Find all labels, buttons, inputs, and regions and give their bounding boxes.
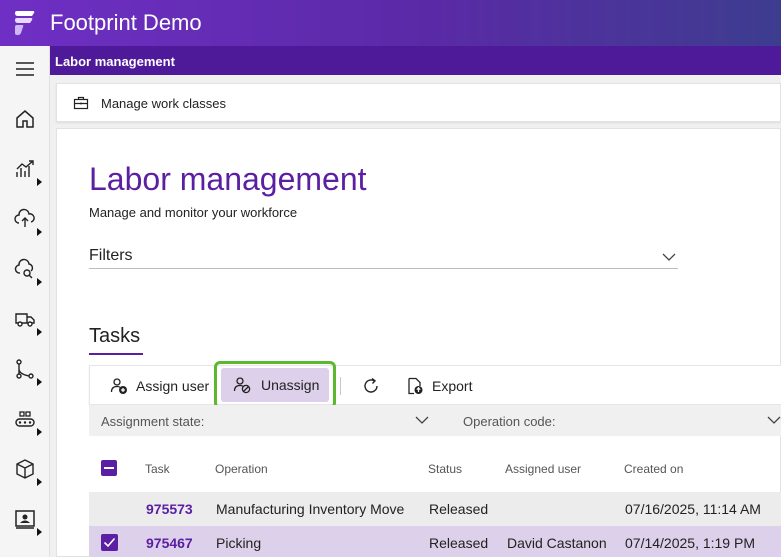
assign-user-button[interactable]: Assign user	[110, 366, 209, 406]
unassign-button[interactable]: Unassign	[221, 368, 329, 402]
operation-code-filter[interactable]: Operation code:	[463, 414, 556, 429]
nav-shipping-caret	[37, 328, 42, 336]
box-icon	[16, 459, 34, 479]
home-icon	[16, 110, 34, 128]
nav-home[interactable]	[0, 99, 50, 139]
tasks-tab-underline	[89, 353, 143, 355]
nav-users-caret	[37, 528, 42, 536]
chevron-down-icon[interactable]	[767, 413, 781, 427]
export-button[interactable]: Export	[406, 366, 472, 406]
nav-flow[interactable]	[0, 349, 50, 389]
nav-inventory[interactable]	[0, 449, 50, 489]
nav-conveyor-caret	[37, 428, 42, 436]
status-cell: Released	[429, 535, 489, 551]
operation-cell: Picking	[216, 535, 262, 551]
nav-analytics-caret	[37, 178, 42, 186]
filters-label: Filters	[89, 247, 133, 264]
nav-upload-caret	[37, 228, 42, 236]
header-status[interactable]: Status	[428, 462, 462, 476]
table-row[interactable]: 975573 Manufacturing Inventory Move Rele…	[89, 492, 781, 526]
cloud-search-icon	[14, 258, 34, 279]
page-title: Labor management	[89, 161, 367, 197]
refresh-button[interactable]	[362, 366, 388, 406]
truck-icon	[15, 313, 35, 327]
section-title: Labor management	[55, 54, 175, 69]
checkmark-icon	[103, 537, 116, 548]
flow-icon	[16, 359, 34, 379]
nav-cloud-search[interactable]	[0, 249, 50, 289]
upload-icon	[14, 208, 35, 227]
main-panel: Labor management Manage and monitor your…	[56, 128, 781, 557]
nav-analytics[interactable]	[0, 149, 50, 189]
title-bar: Footprint Demo	[0, 0, 781, 46]
unassign-user-icon	[233, 377, 251, 394]
tasks-tab[interactable]: Tasks	[89, 325, 140, 348]
unassign-highlight: Unassign	[214, 361, 336, 409]
refresh-icon	[364, 377, 378, 393]
filters-expander[interactable]: Filters	[89, 245, 678, 269]
operation-cell: Manufacturing Inventory Move	[216, 501, 405, 517]
conveyor-icon	[15, 411, 35, 427]
page-subtitle: Manage and monitor your workforce	[89, 205, 298, 220]
nav-inventory-caret	[37, 478, 42, 486]
select-all-checkbox[interactable]	[101, 460, 117, 476]
badge-icon	[15, 510, 35, 529]
unassign-label: Unassign	[261, 377, 320, 393]
toolbar-separator	[340, 377, 341, 395]
export-label: Export	[432, 378, 473, 394]
analytics-icon	[16, 160, 34, 177]
header-assigned-user[interactable]: Assigned user	[505, 462, 581, 476]
task-link[interactable]: 975573	[146, 501, 193, 517]
section-header: Labor management	[50, 46, 781, 75]
menu-button[interactable]	[0, 49, 50, 89]
created-on-cell: 07/16/2025, 11:14 AM	[625, 501, 761, 517]
manage-work-classes-label: Manage work classes	[101, 96, 226, 111]
table-row[interactable]: 975467 Picking Released David Castanon 0…	[89, 526, 781, 557]
app-title: Footprint Demo	[50, 10, 202, 35]
nav-upload[interactable]	[0, 199, 50, 239]
export-icon	[408, 377, 423, 395]
assign-user-label: Assign user	[136, 378, 210, 394]
manage-work-classes-button[interactable]: Manage work classes	[56, 83, 781, 122]
nav-cloud-search-caret	[37, 278, 42, 286]
column-filter-row: Assignment state: Operation code:	[89, 405, 781, 436]
nav-users[interactable]	[0, 499, 50, 539]
chevron-down-icon[interactable]	[415, 413, 429, 427]
header-operation[interactable]: Operation	[215, 462, 268, 476]
assignment-state-filter[interactable]: Assignment state:	[101, 414, 204, 429]
tasks-toolbar: Assign user Unassign Export	[89, 361, 781, 409]
assign-user-icon	[110, 378, 127, 394]
row-checkbox[interactable]	[101, 534, 118, 551]
menu-icon	[16, 62, 34, 76]
assigned-user-cell: David Castanon	[507, 535, 607, 551]
nav-shipping[interactable]	[0, 299, 50, 339]
chevron-down-icon	[662, 253, 676, 261]
table-header: Task Operation Status Assigned user Crea…	[89, 451, 781, 483]
created-on-cell: 07/14/2025, 1:19 PM	[625, 535, 755, 551]
left-nav-rail	[0, 46, 50, 557]
header-created-on[interactable]: Created on	[624, 462, 683, 476]
nav-flow-caret	[37, 378, 42, 386]
status-cell: Released	[429, 501, 489, 517]
task-link[interactable]: 975467	[146, 535, 193, 551]
footprint-logo-icon	[15, 11, 35, 35]
header-task[interactable]: Task	[145, 462, 170, 476]
nav-conveyor[interactable]	[0, 399, 50, 439]
briefcase-icon	[73, 96, 89, 110]
